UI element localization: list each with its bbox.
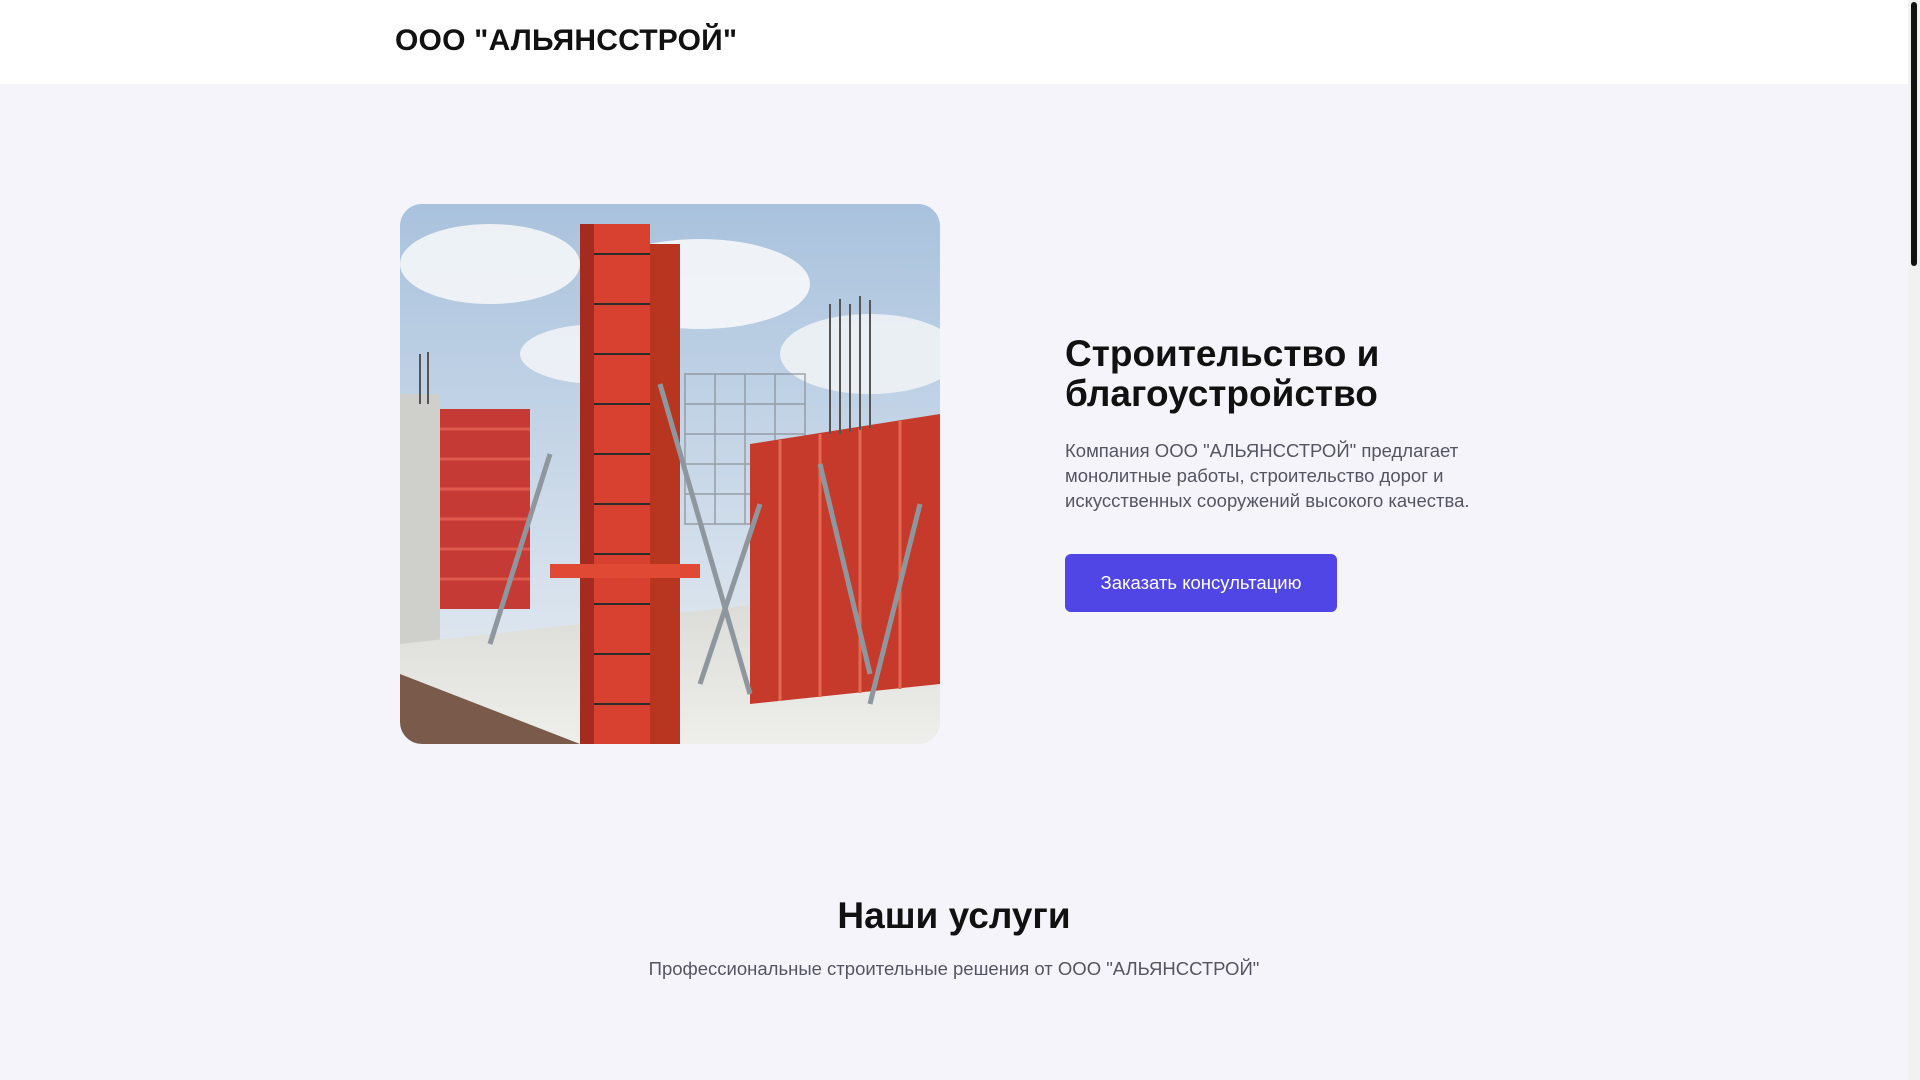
hero-title: Строительство и благоустройство (1065, 333, 1380, 414)
hero-image (400, 204, 940, 744)
site-header: ООО "АЛЬЯНССТРОЙ" (0, 0, 1908, 84)
order-consultation-button[interactable]: Заказать консультацию (1065, 554, 1337, 612)
site-logo[interactable]: ООО "АЛЬЯНССТРОЙ" (395, 24, 737, 58)
services-title: Наши услуги (837, 895, 1071, 936)
scrollbar-thumb[interactable] (1911, 2, 1917, 266)
services-subtitle: Профессиональные строительные решения от… (648, 958, 1260, 979)
hero-description: Компания ООО "АЛЬЯНССТРОЙ" предлагает мо… (1065, 440, 1470, 511)
construction-formwork-photo-icon (400, 204, 940, 744)
main-content: Строительство и благоустройство Компания… (0, 84, 1908, 1080)
